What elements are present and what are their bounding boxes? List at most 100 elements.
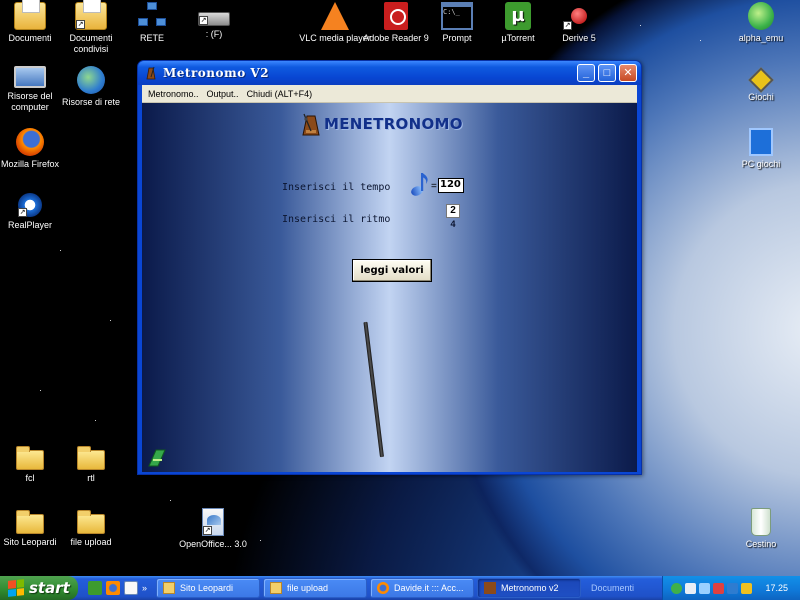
desktop-icon-label: rtl	[87, 473, 95, 483]
utorrent-quicklaunch-icon[interactable]	[88, 581, 102, 595]
ritmo-label: Inserisci il ritmo	[282, 214, 391, 225]
menu-output[interactable]: Output..	[203, 89, 243, 99]
desktop-icon-label: Derive 5	[562, 33, 596, 43]
vlc-cone-icon	[321, 2, 349, 30]
desktop-icon-openoffice[interactable]: ↗ OpenOffice... 3.0	[176, 508, 250, 550]
ritmo-denominator: 4	[450, 219, 456, 229]
desktop-icon-realplayer[interactable]: ↗ RealPlayer	[0, 193, 67, 231]
tray-update-icon[interactable]	[741, 582, 752, 594]
tempo-equals-sign: =	[431, 181, 437, 192]
window-title: Metronomo V2	[163, 66, 270, 80]
desktop-icon-alpha-emu[interactable]: alpha_emu	[724, 2, 798, 44]
system-tray: 17.25	[662, 576, 800, 600]
minimize-button[interactable]: _	[577, 64, 595, 82]
desktop-icon-file-upload[interactable]: file upload	[54, 508, 128, 548]
tray-app-icon[interactable]	[671, 582, 682, 594]
desktop-icon-rtl[interactable]: rtl	[54, 444, 128, 484]
desktop-icon-derive[interactable]: ↗ Derive 5	[542, 2, 616, 44]
quicklaunch-expand-icon[interactable]: »	[142, 583, 147, 593]
derive-icon: ↗	[563, 2, 595, 30]
app-header: MENETRONOMO	[300, 112, 463, 136]
task-label: Metronomo v2	[501, 583, 559, 593]
tray-volume-icon[interactable]	[699, 582, 710, 594]
desktop-icon-firefox[interactable]: Mozilla Firefox	[0, 128, 67, 170]
games-icon	[748, 67, 774, 93]
desktop-icon-cestino[interactable]: Cestino	[724, 508, 798, 550]
start-label: start	[29, 579, 70, 597]
desktop-icon-label: Adobe Reader 9	[363, 33, 429, 43]
folder-icon	[270, 582, 283, 594]
folder-icon	[77, 510, 105, 534]
adobe-reader-icon	[384, 2, 408, 30]
task-file-upload[interactable]: file upload	[263, 578, 368, 598]
openoffice-icon: ↗	[202, 508, 224, 536]
windows-logo-icon	[8, 579, 24, 597]
folder-icon	[77, 446, 105, 470]
documents-folder-icon	[14, 0, 46, 30]
documents-toolbar-label[interactable]: Documenti	[591, 583, 634, 593]
clock[interactable]: 17.25	[765, 583, 788, 593]
firefox-icon	[377, 582, 390, 594]
command-prompt-icon: C:\_	[441, 2, 473, 30]
desktop-icon-label: Documenti condivisi	[69, 33, 113, 54]
desktop-icon-label: µTorrent	[501, 33, 535, 43]
task-label: Davide.it ::: Acc...	[394, 583, 464, 593]
menu-bar: Metronomo.. Output.. Chiudi (ALT+F4)	[142, 85, 637, 103]
metronome-logo-icon	[302, 113, 320, 136]
network-places-icon	[77, 66, 105, 94]
ritmo-numerator-input[interactable]: 2	[446, 204, 460, 218]
network-icon	[136, 2, 168, 30]
menu-metronomo[interactable]: Metronomo..	[144, 89, 203, 99]
metronomo-window: Metronomo V2 _ □ ✕ Metronomo.. Output.. …	[137, 60, 642, 475]
shared-documents-folder-icon: ↗	[75, 0, 107, 30]
realplayer-icon: ↗	[18, 193, 42, 217]
desktop-icon-label: Prompt	[442, 33, 472, 43]
task-sito-leopardi[interactable]: Sito Leopardi	[156, 578, 261, 598]
start-button[interactable]: start	[0, 576, 78, 600]
menu-chiudi[interactable]: Chiudi (ALT+F4)	[243, 89, 317, 99]
tray-bluetooth-icon[interactable]	[727, 582, 738, 594]
desktop-icon-label: RETE	[139, 33, 164, 43]
document-quicklaunch-icon[interactable]	[124, 581, 138, 595]
metronome-icon	[484, 582, 497, 594]
recycle-bin-icon	[751, 508, 771, 536]
desktop-icon-label: alpha_emu	[738, 33, 784, 43]
desktop: Documenti ↗ Documenti condivisi RETE ↗ :…	[0, 0, 800, 576]
task-metronomo[interactable]: Metronomo v2	[477, 578, 582, 598]
task-label: file upload	[287, 583, 329, 593]
firefox-quicklaunch-icon[interactable]	[106, 581, 120, 595]
alpha-emu-icon	[748, 2, 774, 30]
app-header-title: MENETRONOMO	[324, 115, 463, 133]
tray-network-icon[interactable]	[685, 582, 696, 594]
leggi-valori-button[interactable]: leggi valori	[352, 259, 432, 282]
tempo-input[interactable]: 120	[438, 178, 464, 193]
desktop-icon-risorse-rete[interactable]: Risorse di rete	[54, 66, 128, 108]
quick-launch-bar: »	[78, 581, 153, 595]
desktop-icon-pc-giochi[interactable]: PC giochi	[724, 128, 798, 170]
desktop-icon-label: : (F)	[205, 29, 223, 39]
desktop-icon-label: Sito Leopardi	[3, 537, 57, 547]
task-label: Sito Leopardi	[180, 583, 234, 593]
desktop-icon-giochi[interactable]: Giochi	[724, 66, 798, 103]
taskbar: start » Sito Leopardi file upload Davide…	[0, 576, 800, 600]
desktop-icon-label: Documenti	[8, 33, 52, 43]
desktop-icon-label: Risorse di rete	[61, 97, 121, 107]
desktop-icon-drive-f[interactable]: ↗ : (F)	[177, 2, 251, 40]
minimize-icon: _	[582, 67, 590, 79]
tray-security-icon[interactable]	[713, 582, 724, 594]
app-corner-logo-icon	[148, 449, 166, 467]
maximize-button[interactable]: □	[598, 64, 616, 82]
desktop-icon-label: Risorse del computer	[7, 91, 53, 112]
metronome-icon	[146, 66, 156, 80]
close-button[interactable]: ✕	[619, 64, 637, 82]
window-titlebar[interactable]: Metronomo V2 _ □ ✕	[138, 61, 641, 85]
firefox-icon	[16, 128, 44, 156]
folder-icon	[16, 510, 44, 534]
desktop-icon-label: PC giochi	[741, 159, 781, 169]
desktop-icon-label: fcl	[25, 473, 35, 483]
desktop-icon-label: Mozilla Firefox	[0, 159, 59, 169]
pc-games-icon	[749, 128, 773, 156]
utorrent-icon: µ	[505, 2, 531, 30]
close-icon: ✕	[623, 67, 633, 79]
task-davide-it[interactable]: Davide.it ::: Acc...	[370, 578, 475, 598]
